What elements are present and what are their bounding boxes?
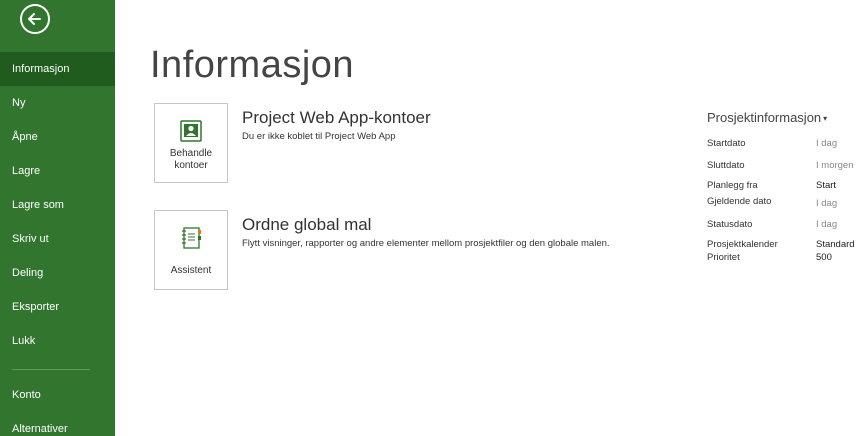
account-card-icon [180,120,202,142]
global-template-section-title: Ordne global mal [242,215,372,234]
info-value-prosjektkalender[interactable]: Standard [816,239,855,250]
back-button[interactable] [20,4,50,34]
info-value-startdato[interactable]: I dag [816,138,837,149]
organizer-button[interactable]: Assistent [154,210,228,290]
organizer-label: Assistent [170,265,212,276]
organizer-notebook-icon [182,227,201,249]
info-value-planlegg-fra[interactable]: Start [816,180,836,191]
project-info-title: Prosjektinformasjon [707,110,822,125]
info-label-sluttdato: Sluttdato [707,160,745,171]
nav-item-lagre-som[interactable]: Lagre som [0,188,115,222]
nav-item-apne[interactable]: Åpne [0,120,115,154]
back-arrow-icon [28,13,41,25]
pwa-section-description: Du er ikke koblet til Project Web App [242,131,396,142]
project-info-dropdown[interactable]: Prosjektinformasjon ▾ [707,110,827,125]
nav-separator [12,369,90,370]
info-label-statusdato: Statusdato [707,219,753,230]
manage-accounts-button[interactable]: Behandle kontoer [154,103,228,183]
info-label-prosjektkalender: Prosjektkalender [707,239,778,250]
nav-item-skriv-ut[interactable]: Skriv ut [0,222,115,256]
nav-item-lukk[interactable]: Lukk [0,324,115,358]
info-value-gjeldende-dato[interactable]: I dag [816,198,837,209]
info-value-sluttdato[interactable]: I morgen [816,160,854,171]
nav-item-ny[interactable]: Ny [0,86,115,120]
nav-item-konto[interactable]: Konto [0,378,115,412]
global-template-section-description: Flytt visninger, rapporter og andre elem… [242,238,610,249]
nav-item-informasjon[interactable]: Informasjon [0,52,115,86]
info-label-gjeldende-dato: Gjeldende dato [707,196,772,207]
manage-accounts-label: Behandle kontoer [169,148,213,171]
backstage-sidebar: Informasjon Ny Åpne Lagre Lagre som Skri… [0,0,115,436]
page-title: Informasjon [150,44,355,86]
info-label-planlegg-fra: Planlegg fra [707,180,758,191]
nav-item-lagre[interactable]: Lagre [0,154,115,188]
info-label-prioritet: Prioritet [707,252,740,263]
info-value-statusdato[interactable]: I dag [816,219,837,230]
info-value-prioritet[interactable]: 500 [816,252,832,263]
nav-item-eksporter[interactable]: Eksporter [0,290,115,324]
chevron-down-icon: ▾ [823,114,828,124]
info-label-startdato: Startdato [707,138,746,149]
nav-item-deling[interactable]: Deling [0,256,115,290]
nav-item-alternativer[interactable]: Alternativer [0,412,115,436]
pwa-section-title: Project Web App-kontoer [242,108,431,127]
